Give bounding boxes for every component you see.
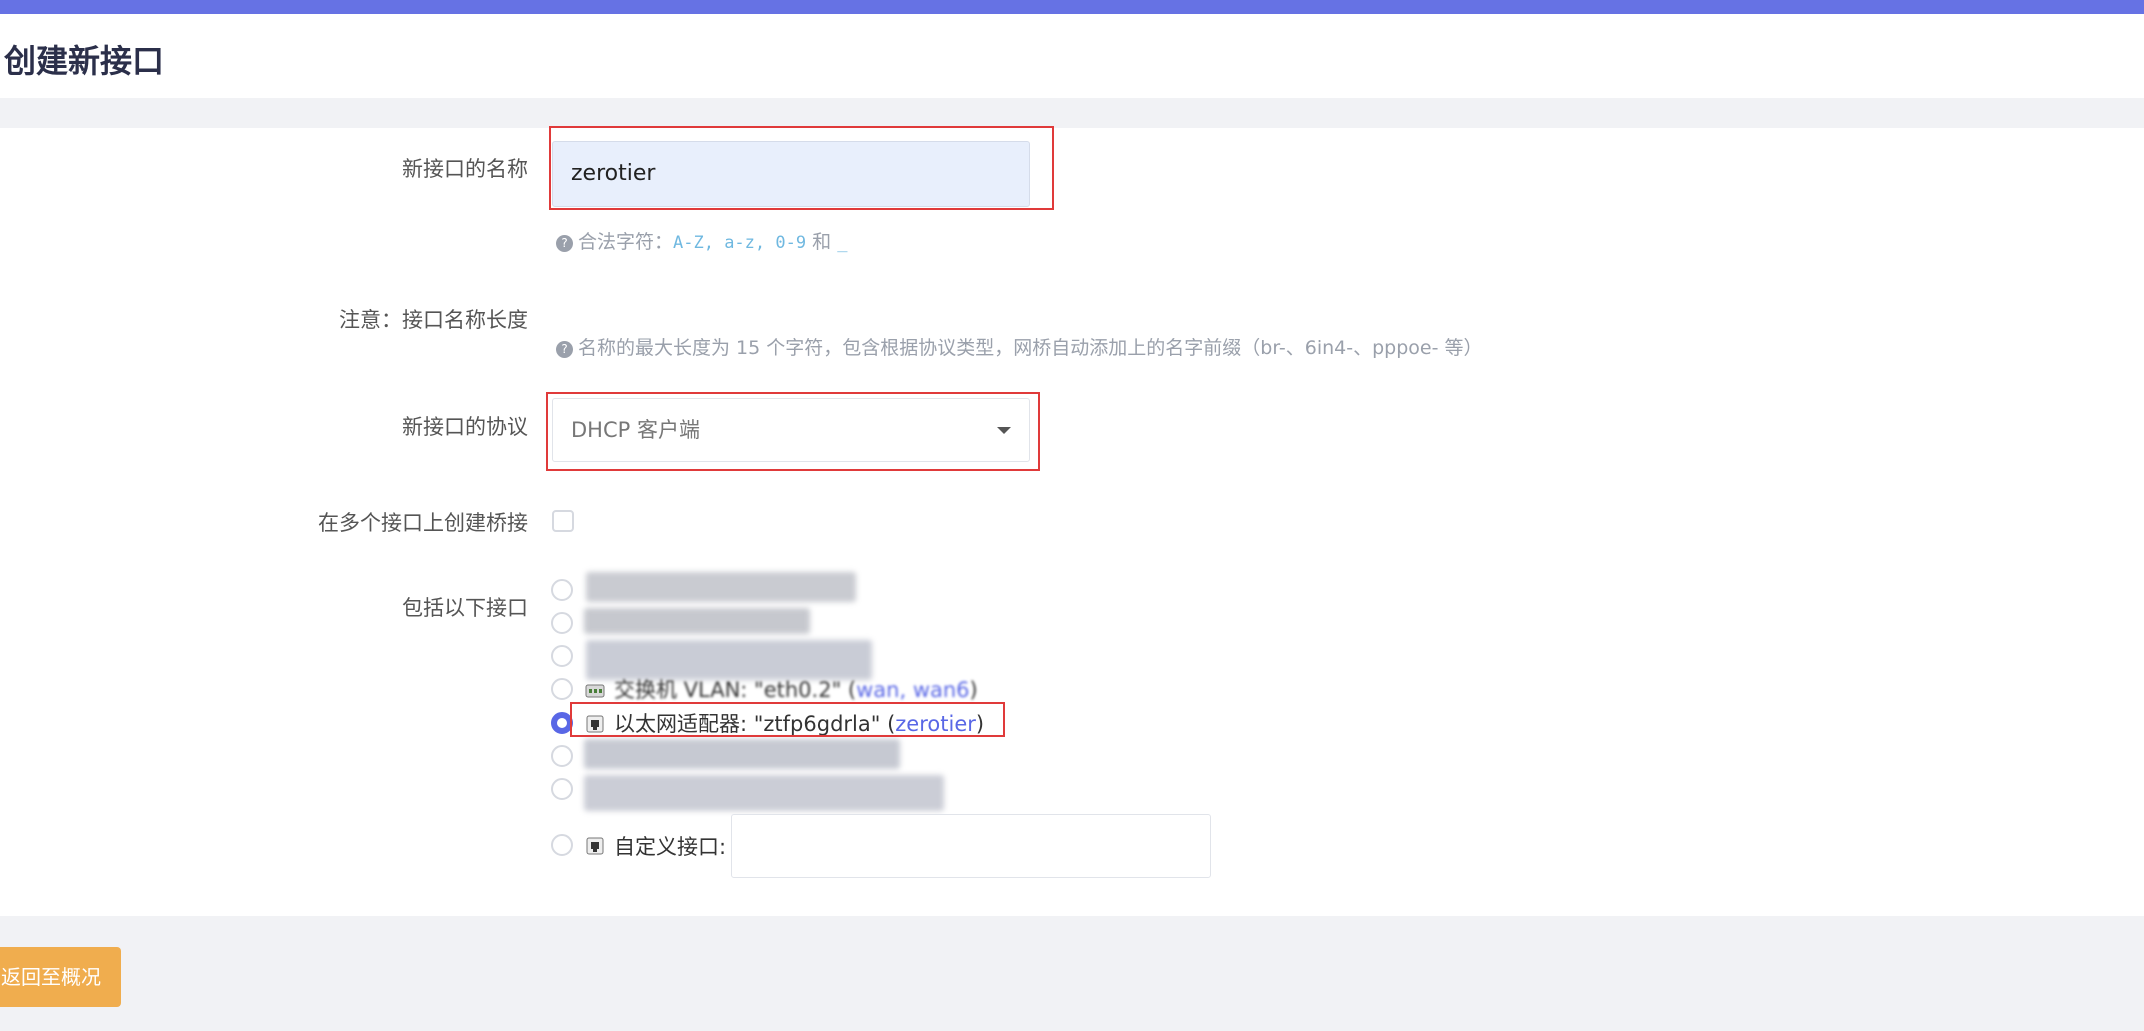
name-hint-underscore: _ — [837, 233, 848, 253]
custom-interface-label: 自定义接口: — [614, 835, 727, 859]
bridge-checkbox[interactable] — [552, 510, 574, 532]
highlight-selected-interface-box — [570, 702, 1005, 737]
note-label: 注意：接口名称长度 — [339, 308, 528, 332]
interface-radio-4[interactable] — [551, 678, 573, 700]
redacted-interface-7 — [584, 775, 944, 811]
interface-radio-2[interactable] — [551, 612, 573, 634]
name-hint-and: 和 — [812, 231, 832, 253]
vlan-interface-link: wan, wan6 — [856, 678, 970, 702]
include-interfaces-label: 包括以下接口 — [402, 596, 528, 620]
redacted-interface-1 — [586, 572, 856, 602]
top-accent-bar — [0, 0, 2144, 14]
interface-radio-1[interactable] — [551, 579, 573, 601]
vlan-interface-line: 交换机 VLAN: "eth0.2" (wan, wan6) — [614, 674, 978, 704]
name-hint-prefix: 合法字符： — [578, 231, 674, 253]
protocol-label: 新接口的协议 — [402, 415, 528, 439]
note-hint-text: 名称的最大长度为 15 个字符，包含根据协议类型，网桥自动添加上的名字前缀（br… — [578, 337, 1483, 359]
page-title: 创建新接口 — [4, 42, 165, 80]
ethernet-port-icon — [586, 837, 604, 855]
help-icon: ? — [556, 341, 573, 358]
bridge-label: 在多个接口上创建桥接 — [318, 511, 528, 535]
name-hint-chars: A-Z, a-z, 0-9 — [673, 233, 807, 253]
redacted-interface-6 — [584, 739, 900, 769]
switch-icon — [585, 684, 605, 698]
help-icon: ? — [556, 235, 573, 252]
interface-radio-custom[interactable] — [551, 834, 573, 856]
interface-radio-7[interactable] — [551, 778, 573, 800]
vlan-interface-text: 交换机 VLAN: "eth0.2" ( — [614, 678, 857, 702]
interface-radio-3[interactable] — [551, 645, 573, 667]
title-bar — [0, 14, 2144, 98]
interface-radio-6[interactable] — [551, 745, 573, 767]
note-hint: ? 名称的最大长度为 15 个字符，包含根据协议类型，网桥自动添加上的名字前缀（b… — [556, 333, 1483, 360]
highlight-protocol-box — [546, 392, 1040, 471]
custom-interface-input[interactable] — [731, 814, 1211, 878]
name-hint: ? 合法字符：A-Z, a-z, 0-9 和 _ — [556, 227, 847, 254]
vlan-interface-close: ) — [969, 678, 978, 702]
highlight-name-box — [549, 126, 1054, 210]
back-to-overview-button[interactable]: 返回至概况 — [0, 947, 121, 1007]
interface-name-label: 新接口的名称 — [402, 157, 528, 181]
redacted-interface-2 — [584, 608, 810, 634]
